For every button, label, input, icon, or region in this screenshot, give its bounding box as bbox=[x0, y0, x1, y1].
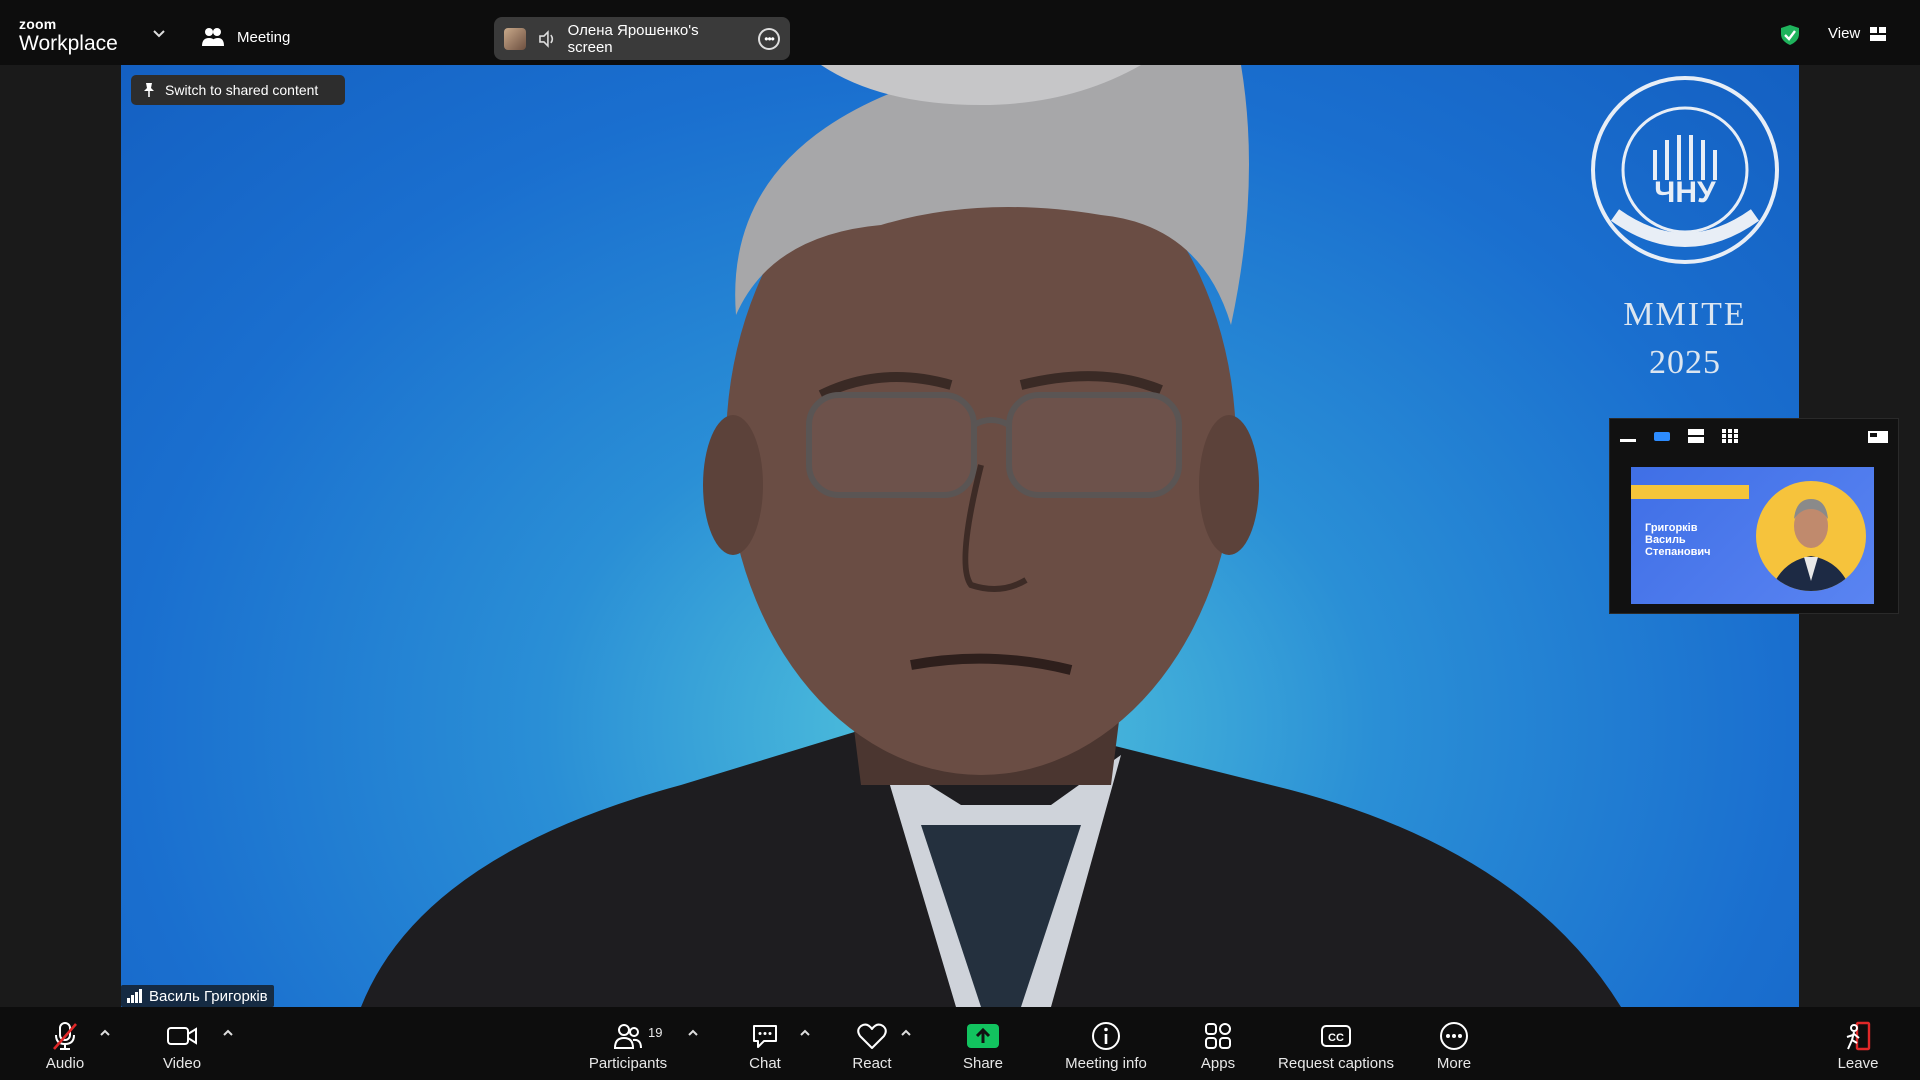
participants-label: Participants bbox=[588, 1055, 668, 1072]
more-label: More bbox=[1436, 1055, 1472, 1072]
share-button[interactable]: Share bbox=[962, 1021, 1004, 1072]
request-captions-button[interactable]: CC Request captions bbox=[1277, 1021, 1395, 1072]
slide-name-line3: Степанович bbox=[1645, 546, 1711, 558]
slide-header-band bbox=[1631, 485, 1749, 499]
svg-text:CC: CC bbox=[1328, 1032, 1344, 1044]
captions-label: Request captions bbox=[1278, 1055, 1394, 1072]
video-options-caret-icon[interactable] bbox=[222, 1028, 234, 1038]
speaker-name: Василь Григорків bbox=[149, 987, 268, 1005]
video-camera-icon bbox=[167, 1027, 197, 1045]
leave-label: Leave bbox=[1837, 1055, 1879, 1072]
slide-name-line1: Григорків bbox=[1645, 522, 1698, 534]
background-caption-line1: MMITE bbox=[1623, 296, 1747, 333]
leave-button[interactable]: Leave bbox=[1838, 1021, 1878, 1072]
switch-label: Switch to shared content bbox=[165, 82, 319, 98]
speaker-icon bbox=[538, 29, 553, 48]
screen-share-label: Олена Ярошенко's screen bbox=[567, 21, 699, 56]
more-icon bbox=[1440, 1022, 1468, 1050]
slide-name-line2: Василь bbox=[1645, 534, 1686, 546]
more-options-icon[interactable]: ••• bbox=[758, 27, 780, 50]
audio-button[interactable]: Audio bbox=[42, 1021, 88, 1072]
chevron-down-icon[interactable] bbox=[151, 28, 167, 40]
apps-button[interactable]: Apps bbox=[1200, 1021, 1236, 1072]
apps-icon bbox=[1205, 1023, 1231, 1049]
signal-bars-icon bbox=[127, 989, 142, 1003]
minimize-icon[interactable] bbox=[1620, 429, 1636, 443]
shared-slide-preview[interactable]: Григорків Василь Степанович bbox=[1631, 467, 1874, 604]
grid-view-icon bbox=[1870, 26, 1887, 41]
leave-door-icon bbox=[1846, 1021, 1871, 1051]
chat-label: Chat bbox=[749, 1055, 781, 1072]
meeting-label: Meeting bbox=[237, 28, 291, 46]
chat-options-caret-icon[interactable] bbox=[799, 1028, 811, 1038]
speaker-view-icon[interactable] bbox=[1654, 429, 1670, 443]
apps-label: Apps bbox=[1200, 1055, 1236, 1072]
more-button[interactable]: More bbox=[1434, 1021, 1474, 1072]
meeting-info-label: Meeting info bbox=[1065, 1055, 1147, 1072]
react-button[interactable]: React bbox=[851, 1021, 893, 1072]
background-caption-line2: 2025 bbox=[1649, 344, 1721, 381]
audio-label: Audio bbox=[45, 1055, 85, 1072]
slide-speaker-name: Григорків Василь Степанович bbox=[1645, 522, 1710, 558]
heart-icon bbox=[857, 1023, 887, 1049]
switch-to-shared-content-button[interactable]: Switch to shared content bbox=[131, 75, 345, 105]
bottom-toolbar: Audio Video Participants 19 Chat React S… bbox=[0, 1007, 1920, 1080]
brand-large: Workplace bbox=[19, 32, 118, 55]
active-speaker-video[interactable]: ЧНУ MMITE 2025 bbox=[121, 65, 1799, 1007]
react-options-caret-icon[interactable] bbox=[900, 1028, 912, 1038]
chat-button[interactable]: Chat bbox=[747, 1021, 783, 1072]
slide-speaker-photo bbox=[1756, 481, 1866, 591]
video-button[interactable]: Video bbox=[160, 1021, 204, 1072]
university-seal-logo: ЧНУ bbox=[1591, 76, 1779, 264]
meeting-info-button[interactable]: Meeting info bbox=[1061, 1021, 1151, 1072]
react-label: React bbox=[852, 1055, 892, 1072]
presenter-avatar bbox=[504, 27, 526, 50]
closed-captions-icon: CC bbox=[1321, 1025, 1351, 1047]
shield-check-icon[interactable] bbox=[1780, 24, 1800, 46]
top-bar: zoom Workplace Meeting Олена Ярошенко's … bbox=[0, 0, 1920, 65]
floating-thumbnail-window[interactable]: Григорків Василь Степанович bbox=[1609, 418, 1899, 614]
view-label: View bbox=[1828, 25, 1861, 42]
info-icon bbox=[1092, 1022, 1120, 1050]
pop-out-icon[interactable] bbox=[1868, 429, 1888, 443]
share-screen-icon bbox=[967, 1024, 999, 1048]
speaker-video-image bbox=[361, 65, 1621, 1007]
thumbnail-controls bbox=[1610, 419, 1898, 453]
gallery-view-icon[interactable] bbox=[1722, 429, 1738, 443]
participants-options-caret-icon[interactable] bbox=[687, 1028, 699, 1038]
speaker-name-tag: Василь Григорків bbox=[121, 985, 274, 1007]
screen-share-pill[interactable]: Олена Ярошенко's screen ••• bbox=[494, 17, 790, 60]
audio-options-caret-icon[interactable] bbox=[99, 1028, 111, 1038]
meeting-menu-button[interactable]: Meeting bbox=[201, 26, 290, 48]
brand-small: zoom bbox=[19, 16, 57, 32]
logo-letters: ЧНУ bbox=[1654, 176, 1716, 209]
participants-icon bbox=[202, 28, 224, 46]
chat-bubble-icon bbox=[753, 1025, 777, 1048]
share-label: Share bbox=[962, 1055, 1004, 1072]
view-button[interactable]: View bbox=[1828, 25, 1887, 42]
pin-icon bbox=[144, 83, 154, 97]
participants-icon bbox=[613, 1024, 642, 1049]
zoom-workplace-logo: zoom Workplace bbox=[19, 17, 118, 54]
microphone-muted-icon bbox=[53, 1022, 77, 1050]
stacked-view-icon[interactable] bbox=[1688, 429, 1704, 443]
video-label: Video bbox=[162, 1055, 202, 1072]
participants-count: 19 bbox=[648, 1025, 663, 1040]
